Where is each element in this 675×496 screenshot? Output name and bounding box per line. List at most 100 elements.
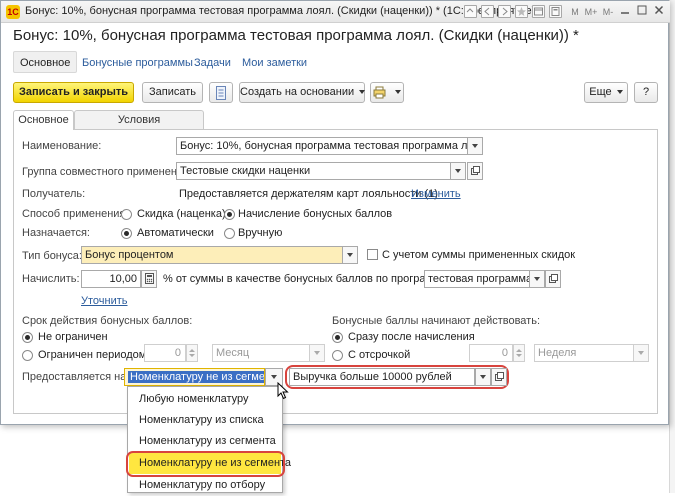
dropdown-item-from-list[interactable]: Номенклатуру из списка — [129, 410, 281, 431]
validity-option-unlimited: Не ограничен — [38, 331, 108, 343]
validity-count-spinner[interactable] — [186, 344, 198, 362]
print-button[interactable] — [370, 82, 404, 103]
1c-logo-icon: 1С — [6, 5, 20, 19]
bonus-type-dropdown-button[interactable] — [342, 246, 358, 264]
start-radio-immediately[interactable] — [332, 332, 343, 343]
create-based-on-button[interactable]: Создать на основании — [239, 82, 365, 103]
mouse-cursor-icon — [277, 382, 289, 400]
method-option-bonus: Начисление бонусных баллов — [238, 208, 393, 220]
print-icon — [373, 86, 386, 99]
help-button[interactable]: ? — [634, 82, 658, 103]
nav-item-bonus-programs[interactable]: Бонусные программы — [82, 54, 193, 72]
minimize-button[interactable] — [618, 5, 632, 19]
program-input[interactable]: тестовая программа ло — [424, 270, 530, 288]
selected-item-highlight — [126, 451, 285, 477]
name-input[interactable]: Бонус: 10%, бонусная программа тестовая … — [176, 137, 468, 155]
method-label: Способ применения: — [22, 208, 129, 220]
delay-unit-dropdown-button[interactable] — [633, 344, 649, 362]
tab-conditions[interactable]: Условия предоставления — [74, 110, 204, 144]
back-arrow-icon[interactable] — [481, 5, 494, 18]
assign-option-manual: Вручную — [238, 227, 283, 239]
recipient-change-link[interactable]: Изменить — [411, 188, 461, 200]
accrue-input[interactable]: 10,00 — [81, 270, 141, 288]
forward-arrow-icon[interactable] — [498, 5, 511, 18]
maximize-icon — [637, 5, 647, 15]
dropdown-item-from-segment[interactable]: Номенклатуру из сегмента — [129, 431, 281, 452]
condition-dropdown-button[interactable] — [475, 368, 491, 386]
dropdown-item-any[interactable]: Любую номенклатуру — [129, 389, 281, 410]
name-dropdown-button[interactable] — [467, 137, 483, 155]
accrue-calculator-button[interactable] — [141, 270, 157, 288]
delay-count-input[interactable]: 0 — [469, 344, 513, 362]
validity-option-period: Ограничен периодом — [38, 349, 147, 361]
recipient-label: Получатель: — [22, 188, 86, 200]
background-strip — [669, 0, 675, 493]
condition-input[interactable]: Выручка больше 10000 рублей — [289, 368, 475, 386]
more-button[interactable]: Еще — [584, 82, 628, 103]
title-bar: 1С Бонус: 10%, бонусная программа тестов… — [1, 1, 670, 23]
calculator-icon[interactable] — [549, 5, 562, 18]
validity-count-input[interactable]: 0 — [144, 344, 186, 362]
create-based-on-label: Создать на основании — [240, 86, 355, 98]
save-and-close-button[interactable]: Записать и закрыть — [13, 82, 134, 103]
open-icon — [548, 274, 558, 283]
start-option-delay: С отсрочкой — [348, 349, 411, 361]
assign-radio-auto[interactable] — [121, 228, 132, 239]
save-button[interactable]: Записать — [142, 82, 203, 103]
nav-item-tasks[interactable]: Задачи — [194, 54, 231, 72]
consider-discounts-checkbox[interactable] — [367, 249, 378, 260]
memory-plus-button[interactable]: M+ — [583, 5, 599, 19]
program-dropdown-button[interactable] — [529, 270, 545, 288]
bonus-type-label: Тип бонуса: — [22, 250, 82, 262]
delay-unit-select[interactable]: Неделя — [534, 344, 634, 362]
document-list-icon — [216, 86, 226, 100]
validity-radio-unlimited[interactable] — [22, 332, 33, 343]
validity-radio-period[interactable] — [22, 350, 33, 361]
nav-item-main[interactable]: Основное — [13, 51, 78, 73]
maximize-button[interactable] — [635, 5, 649, 19]
accrue-label: Начислить: — [22, 273, 80, 285]
star-icon[interactable] — [515, 5, 528, 18]
memory-minus-button[interactable]: M- — [600, 5, 616, 19]
spinner-icon — [189, 349, 195, 357]
start-label: Бонусные баллы начинают действовать: — [332, 315, 541, 327]
applies-to-label: Предоставляется на: — [22, 371, 130, 383]
assign-label: Назначается: — [22, 227, 90, 239]
close-icon — [654, 5, 664, 15]
nav-item-my-notes[interactable]: Мои заметки — [242, 54, 307, 72]
start-option-immediately: Сразу после начисления — [348, 331, 475, 343]
validity-label: Срок действия бонусных баллов: — [22, 315, 193, 327]
refine-link[interactable]: Уточнить — [81, 295, 128, 307]
validity-unit-dropdown-button[interactable] — [309, 344, 325, 362]
form-window: 1С Бонус: 10%, бонусная программа тестов… — [0, 0, 670, 425]
delay-count-spinner[interactable] — [513, 344, 525, 362]
applies-to-select[interactable]: Номенклатуру не из сегмента — [124, 368, 265, 386]
close-button[interactable] — [652, 5, 666, 19]
open-icon — [494, 372, 504, 381]
method-radio-discount[interactable] — [121, 209, 132, 220]
bonus-type-select[interactable]: Бонус процентом — [81, 246, 343, 264]
applies-to-value: Номенклатуру не из сегмента — [128, 371, 264, 383]
assign-radio-manual[interactable] — [224, 228, 235, 239]
start-radio-delay[interactable] — [332, 350, 343, 361]
name-label: Наименование: — [22, 140, 102, 152]
program-open-button[interactable] — [545, 270, 561, 288]
group-open-button[interactable] — [467, 162, 483, 180]
condition-open-button[interactable] — [491, 368, 507, 386]
calendar-icon[interactable] — [532, 5, 545, 18]
link-icon[interactable] — [464, 5, 477, 18]
accrue-description: % от суммы в качестве бонусных баллов по… — [163, 273, 447, 285]
group-input[interactable]: Тестовые скидки наценки — [176, 162, 466, 180]
tab-main[interactable]: Основное — [13, 110, 74, 130]
memory-m-button[interactable]: M — [568, 5, 582, 19]
more-label: Еще — [589, 86, 612, 98]
group-label: Группа совместного применения: — [22, 166, 193, 178]
group-dropdown-button[interactable] — [450, 162, 466, 180]
minimize-icon — [621, 12, 629, 14]
recipient-value: Предоставляется держателям карт лояльнос… — [179, 188, 438, 200]
consider-discounts-label: С учетом суммы примененных скидок — [382, 249, 576, 261]
method-radio-bonus[interactable] — [224, 209, 235, 220]
report-button[interactable] — [209, 82, 233, 103]
window-title: Бонус: 10%, бонусная программа тестовая … — [25, 5, 536, 17]
validity-unit-select[interactable]: Месяц — [212, 344, 310, 362]
